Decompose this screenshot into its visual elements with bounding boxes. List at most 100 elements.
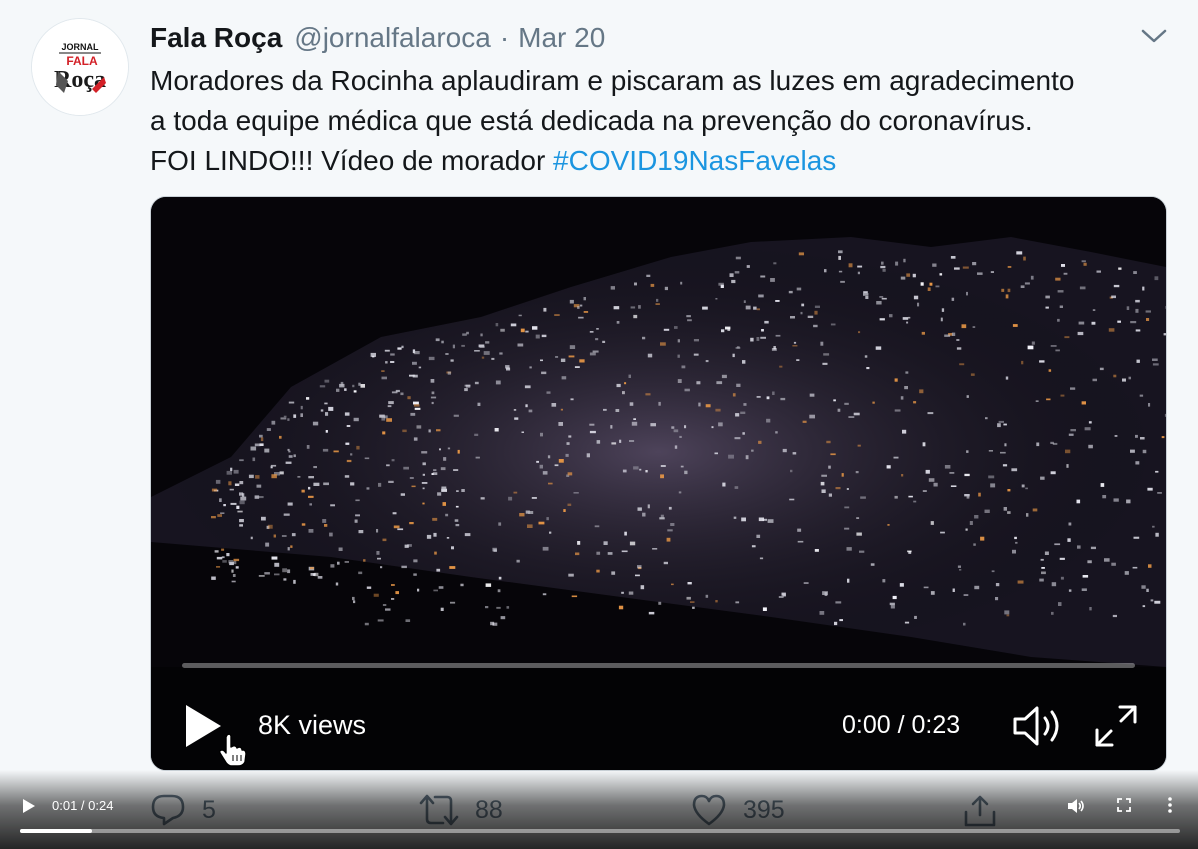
city-light bbox=[1027, 345, 1034, 350]
video-player[interactable]: 8K views 0:00 / 0:23 bbox=[150, 196, 1167, 771]
city-light bbox=[1145, 310, 1151, 313]
city-light bbox=[903, 258, 906, 263]
city-light bbox=[956, 347, 962, 350]
separator-dot: · bbox=[499, 22, 510, 53]
city-light bbox=[450, 601, 456, 604]
tweet-text-line: Moradores da Rocinha aplaudiram e piscar… bbox=[150, 65, 1075, 96]
city-light bbox=[892, 595, 897, 600]
city-light bbox=[944, 465, 951, 469]
city-light bbox=[413, 401, 419, 405]
city-light bbox=[728, 454, 734, 459]
city-light bbox=[577, 306, 580, 309]
city-light bbox=[1164, 413, 1166, 417]
video-frame-night-city bbox=[151, 197, 1166, 770]
city-light bbox=[354, 519, 358, 523]
tweet-date[interactable]: Mar 20 bbox=[518, 22, 605, 54]
city-light bbox=[735, 256, 741, 260]
native-menu-icon[interactable] bbox=[1166, 796, 1174, 814]
native-play-icon[interactable] bbox=[22, 798, 36, 814]
city-light bbox=[301, 489, 305, 493]
city-light bbox=[279, 435, 282, 439]
native-volume-icon[interactable] bbox=[1067, 797, 1085, 815]
city-light bbox=[1161, 436, 1165, 439]
city-light bbox=[333, 450, 339, 453]
city-light bbox=[1076, 499, 1081, 504]
display-name[interactable]: Fala Roça bbox=[150, 22, 282, 54]
city-light bbox=[352, 384, 355, 388]
city-light bbox=[344, 388, 347, 391]
city-light bbox=[835, 487, 841, 490]
city-light bbox=[969, 521, 973, 525]
city-light bbox=[933, 482, 938, 487]
city-light bbox=[745, 455, 749, 460]
city-light bbox=[1044, 551, 1049, 555]
city-light bbox=[894, 409, 901, 412]
city-light bbox=[440, 607, 444, 611]
city-light bbox=[624, 531, 627, 536]
city-light bbox=[428, 429, 431, 433]
city-light bbox=[322, 448, 329, 452]
city-light bbox=[629, 440, 635, 442]
native-progress-bar[interactable] bbox=[20, 829, 1180, 833]
city-light bbox=[252, 457, 256, 462]
city-light bbox=[964, 494, 970, 497]
tweet: JORNAL FALA Roça Fala Roça @jornalfalaro… bbox=[0, 0, 1198, 849]
city-light bbox=[234, 483, 240, 486]
city-light bbox=[837, 408, 841, 412]
city-light bbox=[455, 524, 460, 527]
city-light bbox=[385, 608, 391, 611]
city-light bbox=[328, 406, 334, 411]
video-progress-bar[interactable] bbox=[182, 663, 1135, 668]
city-light bbox=[779, 365, 783, 368]
city-light bbox=[300, 413, 303, 417]
hashtag-link[interactable]: #COVID19NasFavelas bbox=[553, 145, 836, 176]
city-light bbox=[1104, 558, 1110, 562]
chevron-down-icon[interactable] bbox=[1138, 22, 1170, 50]
city-light bbox=[860, 496, 866, 499]
city-light bbox=[905, 371, 909, 374]
city-light bbox=[436, 429, 441, 432]
city-light bbox=[335, 582, 339, 586]
city-light bbox=[451, 546, 454, 550]
city-light bbox=[265, 542, 270, 547]
city-light bbox=[863, 291, 868, 294]
city-light bbox=[899, 583, 904, 587]
city-light bbox=[904, 386, 908, 390]
city-light bbox=[250, 536, 253, 540]
play-icon[interactable] bbox=[183, 703, 223, 749]
city-light bbox=[650, 283, 655, 287]
city-light bbox=[824, 269, 827, 273]
city-light bbox=[538, 521, 545, 525]
city-light bbox=[901, 474, 904, 477]
city-light bbox=[287, 547, 290, 551]
city-light bbox=[524, 385, 531, 389]
city-light bbox=[1154, 600, 1161, 604]
city-light bbox=[397, 347, 402, 350]
city-light bbox=[1139, 394, 1144, 397]
city-light bbox=[775, 431, 778, 434]
user-handle[interactable]: @jornalfalaroca bbox=[294, 22, 491, 54]
avatar[interactable]: JORNAL FALA Roça bbox=[31, 18, 129, 116]
city-light bbox=[353, 600, 356, 604]
city-light bbox=[711, 426, 714, 429]
city-light bbox=[428, 356, 435, 361]
city-light bbox=[857, 271, 860, 275]
city-light bbox=[260, 437, 264, 442]
city-light bbox=[828, 465, 831, 469]
city-light bbox=[279, 471, 284, 475]
city-light bbox=[358, 530, 364, 534]
city-light bbox=[405, 619, 411, 622]
volume-icon[interactable] bbox=[1012, 703, 1064, 749]
city-light bbox=[324, 524, 328, 527]
city-light bbox=[882, 579, 886, 583]
city-light bbox=[718, 282, 724, 286]
fullscreen-icon[interactable] bbox=[1094, 704, 1138, 748]
city-light bbox=[908, 495, 913, 498]
city-light bbox=[963, 594, 969, 596]
city-light bbox=[1063, 272, 1068, 275]
native-fullscreen-icon[interactable] bbox=[1117, 798, 1131, 812]
city-light bbox=[1077, 331, 1084, 336]
city-light bbox=[531, 497, 537, 499]
city-light bbox=[950, 485, 957, 487]
city-light bbox=[919, 389, 924, 394]
